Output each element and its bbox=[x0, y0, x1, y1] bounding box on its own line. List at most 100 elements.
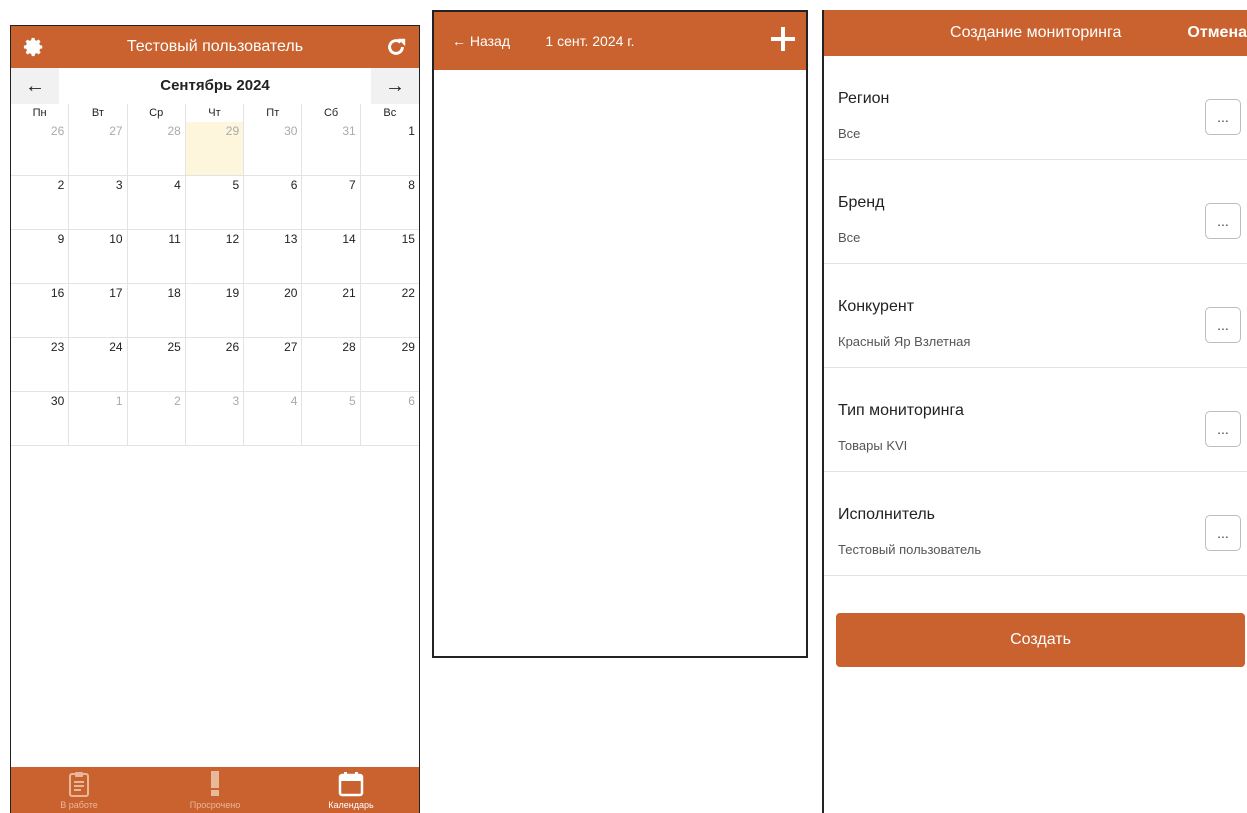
field-label: Тип мониторинга bbox=[838, 402, 964, 419]
gear-icon[interactable] bbox=[13, 26, 55, 68]
calendar-day-cell[interactable]: 18 bbox=[127, 284, 186, 338]
competitor-field: Конкурент Красный Яр Взлетная ... bbox=[824, 264, 1247, 368]
page-title: Создание мониторинга bbox=[950, 24, 1122, 41]
tab-in-work[interactable]: В работе bbox=[11, 767, 147, 813]
tab-overdue[interactable]: Просрочено bbox=[147, 767, 283, 813]
calendar-day-cell[interactable]: 5 bbox=[185, 176, 245, 230]
calendar-day-cell[interactable]: 17 bbox=[69, 284, 128, 338]
month-navigation: ← Сентябрь 2024 → bbox=[11, 68, 419, 104]
field-label: Регион bbox=[838, 90, 890, 107]
field-label: Конкурент bbox=[838, 298, 915, 315]
calendar-day-cell[interactable]: 11 bbox=[127, 230, 186, 284]
calendar-day-cell[interactable]: 30 bbox=[11, 392, 70, 446]
create-header: Создание мониторинга Отмена bbox=[824, 10, 1247, 56]
field-label: Бренд bbox=[838, 194, 885, 211]
calendar-day-cell[interactable]: 25 bbox=[127, 338, 186, 392]
field-value: Товары KVI bbox=[838, 438, 908, 453]
page-title: Тестовый пользователь bbox=[126, 38, 304, 55]
weekday-label: Вт bbox=[69, 104, 128, 122]
calendar-day-cell[interactable]: 3 bbox=[185, 392, 245, 446]
calendar-day-cell[interactable]: 29 bbox=[360, 338, 419, 392]
calendar-icon bbox=[338, 772, 364, 797]
weekday-header: Пн Вт Ср Чт Пт Сб Вс bbox=[11, 104, 419, 122]
calendar-day-cell[interactable]: 6 bbox=[244, 176, 303, 230]
plus-icon[interactable] bbox=[768, 24, 798, 54]
day-header: ← Назад 1 сент. 2024 г. bbox=[434, 12, 806, 70]
calendar-day-cell[interactable]: 28 bbox=[302, 338, 361, 392]
brand-select-button[interactable]: ... bbox=[1205, 203, 1241, 239]
calendar-screen: Тестовый пользователь ← Сентябрь 2024 → … bbox=[10, 25, 420, 813]
weekday-label: Вс bbox=[383, 107, 397, 119]
calendar-day-cell[interactable]: 6 bbox=[360, 392, 419, 446]
field-label: Исполнитель bbox=[838, 506, 936, 523]
tab-bar: В работе Просрочено Календарь bbox=[11, 767, 419, 813]
day-screen: ← Назад 1 сент. 2024 г. bbox=[432, 10, 808, 658]
tab-label: В работе bbox=[60, 800, 98, 810]
calendar-day-cell[interactable]: 26 bbox=[11, 122, 70, 176]
create-button[interactable]: Создать bbox=[836, 613, 1245, 667]
calendar-day-cell[interactable]: 31 bbox=[302, 122, 361, 176]
monitoring-type-select-button[interactable]: ... bbox=[1205, 411, 1241, 447]
calendar-day-cell[interactable]: 24 bbox=[69, 338, 128, 392]
calendar-day-cell[interactable]: 15 bbox=[360, 230, 419, 284]
calendar-day-cell[interactable]: 13 bbox=[244, 230, 303, 284]
calendar-grid: 26 27 28 29 30 31 1 2 3 4 5 6 7 8 9 10 11 12 13 14 15 16 17 18 1… bbox=[11, 122, 419, 446]
calendar-day-cell[interactable]: 27 bbox=[244, 338, 303, 392]
calendar-day-cell[interactable]: 2 bbox=[127, 392, 186, 446]
calendar-day-cell[interactable]: 7 bbox=[302, 176, 361, 230]
calendar-day-cell[interactable]: 2 bbox=[11, 176, 70, 230]
calendar-day-cell[interactable]: 22 bbox=[360, 284, 419, 338]
weekday-label: Пн bbox=[11, 104, 70, 122]
calendar-day-cell[interactable]: 29 bbox=[185, 122, 245, 176]
calendar-day-cell[interactable]: 16 bbox=[11, 284, 70, 338]
brand-field: Бренд Все ... bbox=[824, 160, 1247, 264]
calendar-day-cell[interactable]: 20 bbox=[244, 284, 303, 338]
field-value: Тестовый пользователь bbox=[838, 542, 982, 557]
calendar-day-cell[interactable]: 26 bbox=[185, 338, 245, 392]
calendar-day-cell[interactable]: 1 bbox=[360, 122, 419, 176]
calendar-day-cell[interactable]: 27 bbox=[69, 122, 128, 176]
calendar-day-cell[interactable]: 14 bbox=[302, 230, 361, 284]
field-list: Регион Все ... Бренд Все ... Конкурент К… bbox=[824, 56, 1247, 576]
field-value: Красный Яр Взлетная bbox=[838, 334, 971, 349]
calendar-day-cell[interactable]: 12 bbox=[185, 230, 245, 284]
calendar-day-cell[interactable]: 23 bbox=[11, 338, 70, 392]
calendar-day-cell[interactable]: 10 bbox=[69, 230, 128, 284]
exclamation-icon bbox=[211, 771, 219, 796]
calendar-day-cell[interactable]: 1 bbox=[69, 392, 128, 446]
calendar-day-cell[interactable]: 19 bbox=[185, 284, 245, 338]
weekday-label: Ср bbox=[128, 104, 186, 122]
cancel-button[interactable]: Отмена bbox=[1187, 24, 1247, 42]
refresh-icon[interactable] bbox=[375, 26, 417, 68]
field-value: Все bbox=[838, 126, 861, 141]
month-label: Сентябрь 2024 bbox=[59, 68, 371, 104]
region-field: Регион Все ... bbox=[824, 56, 1247, 160]
competitor-select-button[interactable]: ... bbox=[1205, 307, 1241, 343]
calendar-day-cell[interactable]: 4 bbox=[244, 392, 303, 446]
tab-label: Просрочено bbox=[189, 800, 241, 810]
calendar-day-cell[interactable]: 28 bbox=[127, 122, 186, 176]
prev-month-button[interactable]: ← bbox=[11, 68, 59, 104]
calendar-day-cell[interactable]: 3 bbox=[69, 176, 128, 230]
region-select-button[interactable]: ... bbox=[1205, 99, 1241, 135]
calendar-day-cell[interactable]: 5 bbox=[302, 392, 361, 446]
monitoring-type-field: Тип мониторинга Товары KVI ... bbox=[824, 368, 1247, 472]
weekday-label: Пт bbox=[244, 104, 303, 122]
calendar-header: Тестовый пользователь bbox=[11, 26, 419, 68]
calendar-day-cell[interactable]: 30 bbox=[244, 122, 303, 176]
day-title: 1 сент. 2024 г. bbox=[545, 33, 635, 49]
calendar-day-cell[interactable]: 4 bbox=[127, 176, 186, 230]
tab-calendar[interactable]: Календарь bbox=[283, 767, 419, 813]
create-screen: Создание мониторинга Отмена Регион Все .… bbox=[822, 10, 1247, 813]
tab-label: Календарь bbox=[328, 800, 374, 810]
calendar-day-cell[interactable]: 21 bbox=[302, 284, 361, 338]
calendar-day-cell[interactable]: 8 bbox=[360, 176, 419, 230]
executor-select-button[interactable]: ... bbox=[1205, 515, 1241, 551]
executor-field: Исполнитель Тестовый пользователь ... bbox=[824, 472, 1247, 576]
next-month-button[interactable]: → bbox=[371, 68, 419, 104]
calendar-day-cell[interactable]: 9 bbox=[11, 230, 70, 284]
weekday-label: Чт bbox=[186, 104, 245, 122]
clipboard-icon bbox=[69, 772, 89, 797]
weekday-label: Сб bbox=[302, 104, 361, 122]
field-value: Все bbox=[838, 230, 861, 245]
